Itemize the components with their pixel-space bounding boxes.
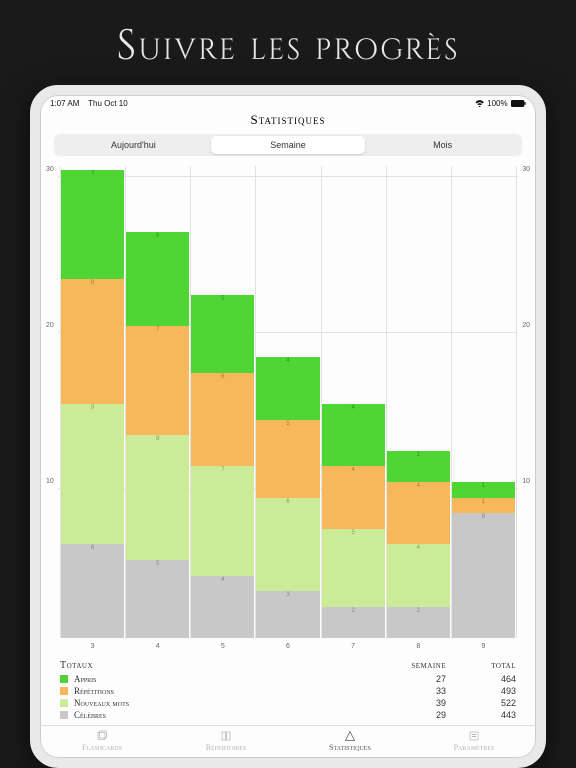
x-tick: 4: [125, 643, 190, 650]
page-title: Statistiques: [40, 110, 536, 132]
y-tick: 10: [522, 478, 530, 485]
tab-repertoires[interactable]: Répertoires: [164, 730, 288, 752]
bar-segment: 5: [191, 295, 254, 373]
bar-column: 56745: [190, 170, 255, 638]
x-tick: 6: [255, 643, 320, 650]
tab-bar: Flashcards Répertoires Statistiques Para…: [40, 725, 536, 758]
bar-segment: 4: [191, 576, 254, 638]
ipad-frame: 1:07 AM Thu Oct 10 100% Statistiques Auj…: [30, 85, 546, 768]
legend-label: Répétitions: [74, 686, 376, 696]
y-tick: 20: [46, 322, 54, 329]
settings-icon: [468, 730, 480, 742]
legend-swatch: [60, 711, 68, 719]
total-value: 464: [446, 674, 516, 684]
bar-segment: 6: [61, 544, 124, 638]
x-tick: 8: [386, 643, 451, 650]
bar-segment: 5: [322, 529, 385, 607]
bar-group: 7896367854567454563644527244281189: [60, 170, 516, 638]
bar-segment: 3: [256, 591, 319, 638]
week-value: 39: [376, 698, 446, 708]
bar-column: 45636: [255, 170, 320, 638]
y-tick: 30: [46, 166, 54, 173]
week-value: 27: [376, 674, 446, 684]
bar-segment: 4: [322, 466, 385, 528]
total-value: 522: [446, 698, 516, 708]
status-date: Thu Oct 10: [88, 99, 128, 108]
totals-row: Répétitions33493: [60, 685, 516, 697]
x-tick: 5: [190, 643, 255, 650]
y-tick: 10: [46, 478, 54, 485]
segment-today[interactable]: Aujourd'hui: [56, 136, 211, 154]
bar-segment: 5: [256, 420, 319, 498]
legend-swatch: [60, 699, 68, 707]
bar-segment: 9: [61, 404, 124, 544]
totals-header-total: total: [446, 660, 516, 671]
bar-segment: 6: [126, 232, 189, 326]
week-value: 29: [376, 710, 446, 720]
totals-row: Nouveaux mots39522: [60, 697, 516, 709]
bar-segment: 4: [256, 357, 319, 419]
bar-segment: 7: [191, 466, 254, 575]
totals-table: Totaux semaine total Appris27464Répétiti…: [40, 654, 536, 725]
bar-column: 67854: [125, 170, 190, 638]
legend-label: Appris: [74, 674, 376, 684]
legend-label: Nouveaux mots: [74, 698, 376, 708]
bar-segment: 7: [126, 326, 189, 435]
bar-segment: 4: [322, 404, 385, 466]
bar-segment: 8: [61, 279, 124, 404]
status-battery-pct: 100%: [487, 99, 507, 108]
bar-column: 78963: [60, 170, 125, 638]
totals-header-week: semaine: [376, 660, 446, 671]
x-tick: 3: [60, 643, 125, 650]
status-bar: 1:07 AM Thu Oct 10 100%: [40, 95, 536, 110]
bar-segment: 4: [387, 482, 450, 544]
bar-segment: 7: [61, 170, 124, 279]
y-tick: 30: [522, 166, 530, 173]
bar-segment: 2: [387, 607, 450, 638]
segment-week[interactable]: Semaine: [211, 136, 366, 154]
wifi-icon: [475, 100, 484, 107]
bar-segment: 8: [126, 435, 189, 560]
bar-column: 24428: [386, 170, 451, 638]
totals-row: Appris27464: [60, 673, 516, 685]
x-tick: 7: [321, 643, 386, 650]
bar-column: 1189: [451, 170, 516, 638]
cards-icon: [96, 730, 108, 742]
bar-segment: 5: [126, 560, 189, 638]
bar-column: 44527: [321, 170, 386, 638]
bar-segment: 2: [322, 607, 385, 638]
segmented-control[interactable]: Aujourd'hui Semaine Mois: [54, 134, 522, 156]
x-tick: 9: [451, 643, 516, 650]
legend-swatch: [60, 687, 68, 695]
segment-month[interactable]: Mois: [365, 136, 520, 154]
bar-segment: 6: [256, 498, 319, 592]
battery-icon: [511, 100, 526, 107]
total-value: 493: [446, 686, 516, 696]
chart: 1010202030307896367854567454563644527244…: [46, 166, 530, 654]
totals-row: Célèbres29443: [60, 709, 516, 721]
bar-segment: 2: [387, 451, 450, 482]
status-right: 100%: [475, 99, 526, 108]
bar-segment: 8: [452, 513, 515, 638]
status-left: 1:07 AM Thu Oct 10: [50, 99, 128, 108]
status-time: 1:07 AM: [50, 99, 79, 108]
bar-segment: 4: [387, 544, 450, 606]
legend-label: Célèbres: [74, 710, 376, 720]
bar-segment: 1: [452, 482, 515, 498]
y-tick: 20: [522, 322, 530, 329]
tab-parametres[interactable]: Paramètres: [412, 730, 536, 752]
totals-header-label: Totaux: [60, 660, 376, 671]
tab-flashcards[interactable]: Flashcards: [40, 730, 164, 752]
tab-statistiques[interactable]: Statistiques: [288, 730, 412, 752]
legend-swatch: [60, 675, 68, 683]
bar-segment: 6: [191, 373, 254, 467]
week-value: 33: [376, 686, 446, 696]
book-icon: [220, 730, 232, 742]
hero-title: Suivre les progrès: [0, 0, 576, 85]
stats-icon: [344, 730, 356, 742]
total-value: 443: [446, 710, 516, 720]
bar-segment: 1: [452, 498, 515, 514]
